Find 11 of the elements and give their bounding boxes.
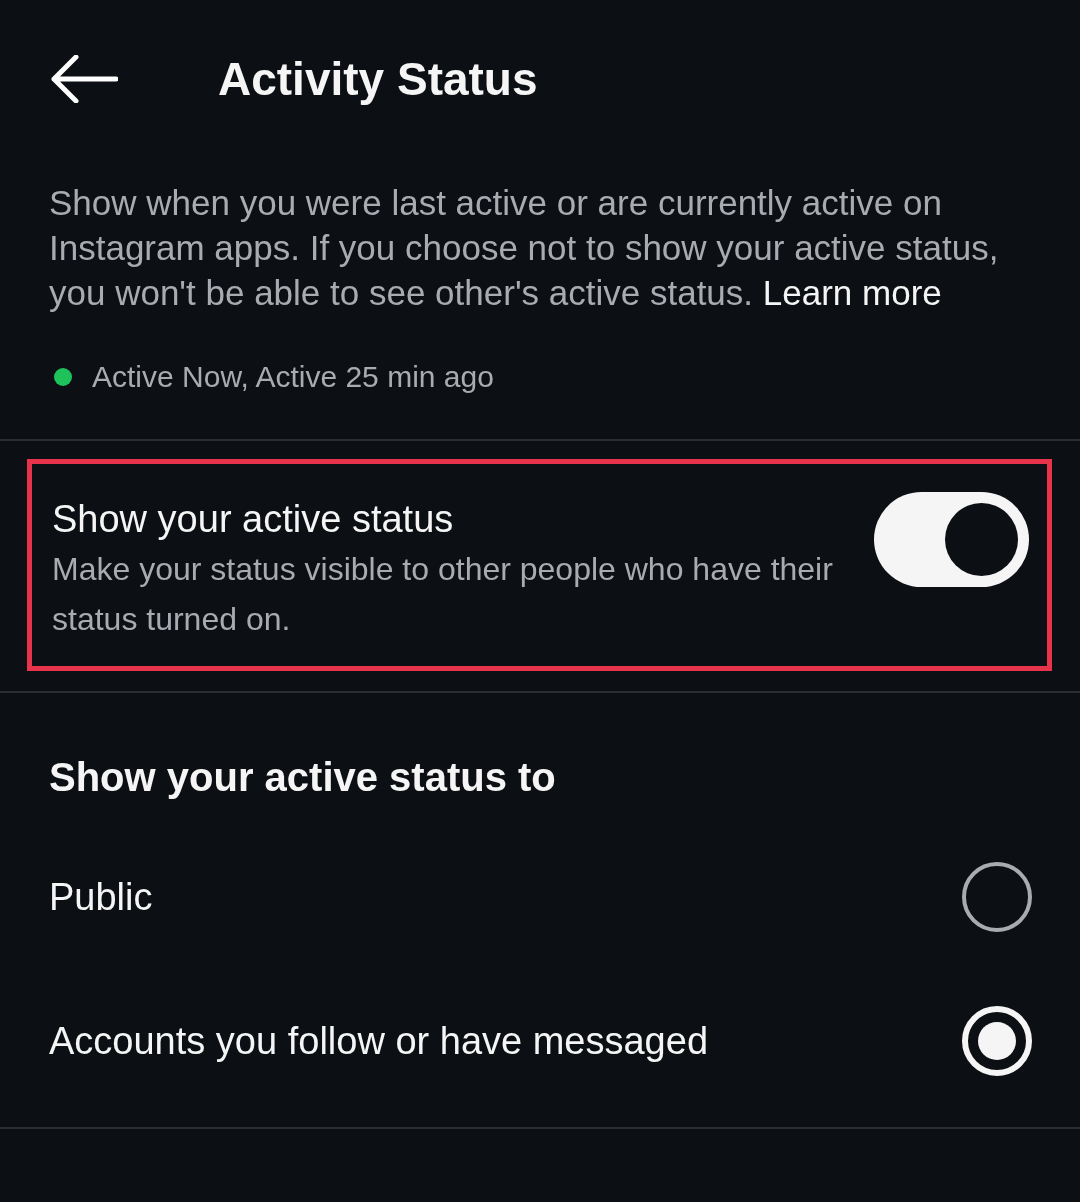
learn-more-link[interactable]: Learn more [762,273,942,312]
description-text: Show when you were last active or are currently active on Instagram apps. If you choose not to show your active status, you won't be able to see other's active status. Learn more [49,182,1000,314]
radio-button[interactable] [962,862,1032,932]
option-label: Accounts you follow or have messaged [49,1019,709,1063]
back-arrow-icon[interactable] [50,55,118,103]
setting-subtitle: Make your status visible to other people who have their status turned on. [52,550,834,639]
option-label: Public [49,875,153,919]
setting-title: Show your active status [52,497,455,542]
section-heading: Show your active status to [49,755,557,801]
page-title: Activity Status [218,52,538,106]
status-preview-text: Active Now, Active 25 min ago [92,360,494,394]
